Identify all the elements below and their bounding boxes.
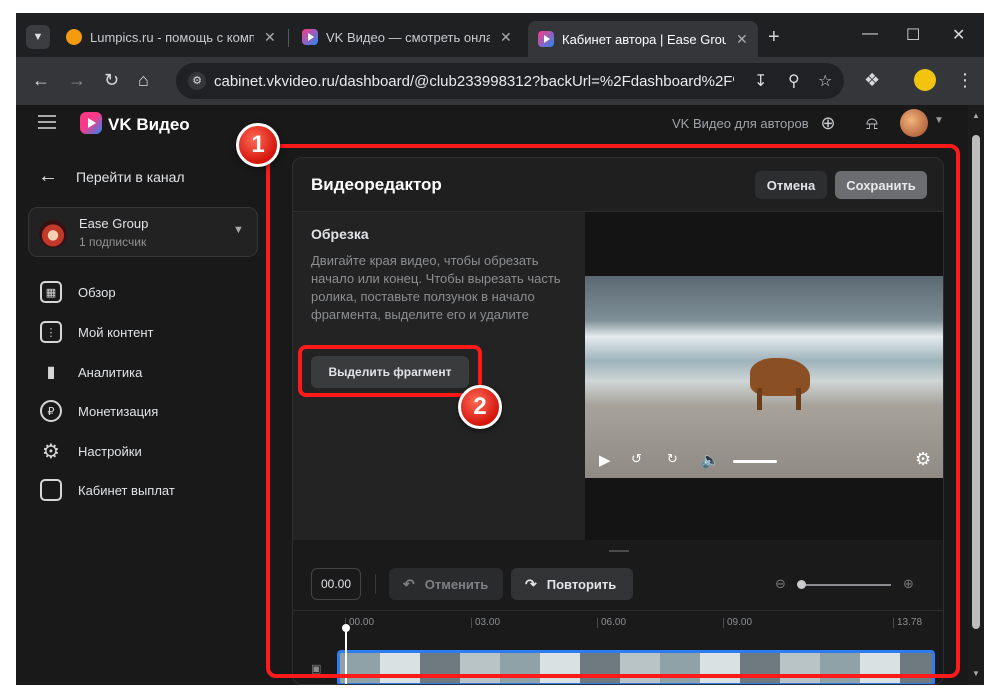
back-icon[interactable]: ← — [32, 70, 50, 91]
extensions-icon[interactable]: ❖ — [864, 70, 880, 91]
sidebar-item-label: Аналитика — [78, 364, 143, 380]
tab-strip: ▼ Lumpics.ru - помощь с компь ✕ VK Видео… — [16, 13, 984, 57]
minimize-icon[interactable]: — — [862, 25, 878, 43]
chevron-down-icon[interactable]: ▼ — [934, 115, 944, 126]
close-tab-icon[interactable]: ✕ — [264, 29, 276, 46]
new-tab-icon[interactable]: + — [768, 26, 780, 49]
browser-toolbar: ← → ↻ ⌂ ⚙ cabinet.vkvideo.ru/dashboard/@… — [16, 57, 984, 105]
sidebar-item-payouts[interactable]: Кабинет выплат — [40, 479, 175, 501]
arrow-left-icon: ← — [38, 165, 58, 187]
avatar[interactable] — [900, 109, 928, 137]
sidebar-item-label: Обзор — [78, 284, 116, 300]
channel-avatar — [39, 220, 67, 248]
channel-selector[interactable]: Ease Group 1 подписчик ▼ — [28, 207, 258, 257]
vk-video-favicon-icon — [302, 29, 318, 45]
wallet-icon — [40, 479, 62, 501]
tab-title: Кабинет автора | Ease Group — [562, 31, 726, 47]
reload-icon[interactable]: ↻ — [104, 70, 119, 91]
tab-lumpics[interactable]: Lumpics.ru - помощь с компь ✕ — [56, 21, 286, 53]
step-badge-2: 2 — [458, 385, 502, 429]
tab-search-button[interactable]: ▼ — [26, 25, 50, 49]
menu-icon[interactable] — [38, 115, 56, 129]
install-app-icon[interactable]: ↧ — [754, 71, 767, 91]
page-scrollbar[interactable]: ▲ ▼ — [968, 105, 984, 685]
sidebar-item-label: Монетизация — [78, 403, 159, 419]
sidebar-item-monetization[interactable]: ₽ Монетизация — [40, 400, 158, 422]
grid-icon: ▦ — [40, 281, 62, 303]
analytics-icon: ▮ — [46, 364, 56, 381]
add-icon[interactable]: ⊕ — [814, 109, 842, 137]
highlight-box-select-fragment — [298, 345, 482, 397]
step-badge-1: 1 — [236, 123, 280, 167]
site-logo-text[interactable]: VK Видео — [108, 115, 190, 135]
home-icon[interactable]: ⌂ — [138, 70, 149, 91]
gear-icon: ⚙ — [42, 440, 60, 463]
close-tab-icon[interactable]: ✕ — [500, 29, 512, 46]
sidebar-item-settings[interactable]: ⚙ Настройки — [40, 440, 142, 463]
sidebar-item-label: Кабинет выплат — [78, 482, 175, 498]
tab-author-cabinet[interactable]: Кабинет автора | Ease Group ✕ — [528, 21, 758, 57]
bookmark-star-icon[interactable]: ☆ — [818, 71, 832, 91]
maximize-icon[interactable]: ☐ — [906, 25, 920, 45]
profile-icon[interactable] — [914, 69, 936, 91]
ruble-icon: ₽ — [40, 400, 62, 422]
site-info-icon[interactable]: ⚙ — [188, 72, 206, 90]
lumpics-favicon-icon — [66, 29, 82, 45]
vk-video-favicon-icon — [538, 31, 554, 47]
back-to-channel-link[interactable]: ← Перейти в канал — [38, 165, 185, 188]
site-header: VK Видео VK Видео для авторов ⊕ ⍾ ▼ — [16, 105, 968, 145]
address-bar[interactable]: ⚙ cabinet.vkvideo.ru/dashboard/@club2339… — [176, 63, 844, 99]
sidebar: ← Перейти в канал Ease Group 1 подписчик… — [16, 145, 268, 685]
sidebar-item-analytics[interactable]: ▮ Аналитика — [40, 361, 143, 383]
sidebar-item-label: Мой контент — [78, 324, 154, 340]
vk-video-logo-icon[interactable] — [80, 112, 102, 134]
sidebar-item-overview[interactable]: ▦ Обзор — [40, 281, 116, 303]
sidebar-item-my-content[interactable]: ⋮ Мой контент — [40, 321, 154, 343]
channel-subscribers: 1 подписчик — [79, 235, 147, 249]
chevron-down-icon: ▼ — [233, 224, 244, 236]
forward-icon[interactable]: → — [68, 70, 86, 91]
scroll-down-icon[interactable]: ▼ — [972, 669, 980, 678]
scrollbar-thumb[interactable] — [972, 135, 980, 629]
bell-icon[interactable]: ⍾ — [858, 109, 886, 137]
close-window-icon[interactable]: ✕ — [952, 25, 965, 45]
channel-name: Ease Group — [79, 216, 149, 231]
tab-vk-video[interactable]: VK Видео — смотреть онлайн ✕ — [292, 21, 522, 53]
browser-menu-icon[interactable]: ⋮ — [956, 70, 974, 91]
scroll-up-icon[interactable]: ▲ — [972, 111, 980, 120]
sidebar-item-label: Настройки — [78, 443, 142, 459]
back-label: Перейти в канал — [76, 168, 185, 185]
close-tab-icon[interactable]: ✕ — [736, 31, 748, 48]
content-icon: ⋮ — [40, 321, 62, 343]
tab-title: Lumpics.ru - помощь с компь — [90, 29, 254, 45]
highlight-box-editor — [266, 144, 960, 678]
url-text[interactable]: cabinet.vkvideo.ru/dashboard/@club233998… — [214, 73, 734, 90]
for-authors-link[interactable]: VK Видео для авторов — [672, 116, 809, 131]
zoom-icon[interactable]: ⚲ — [788, 71, 800, 91]
tab-title: VK Видео — смотреть онлайн — [326, 29, 490, 45]
